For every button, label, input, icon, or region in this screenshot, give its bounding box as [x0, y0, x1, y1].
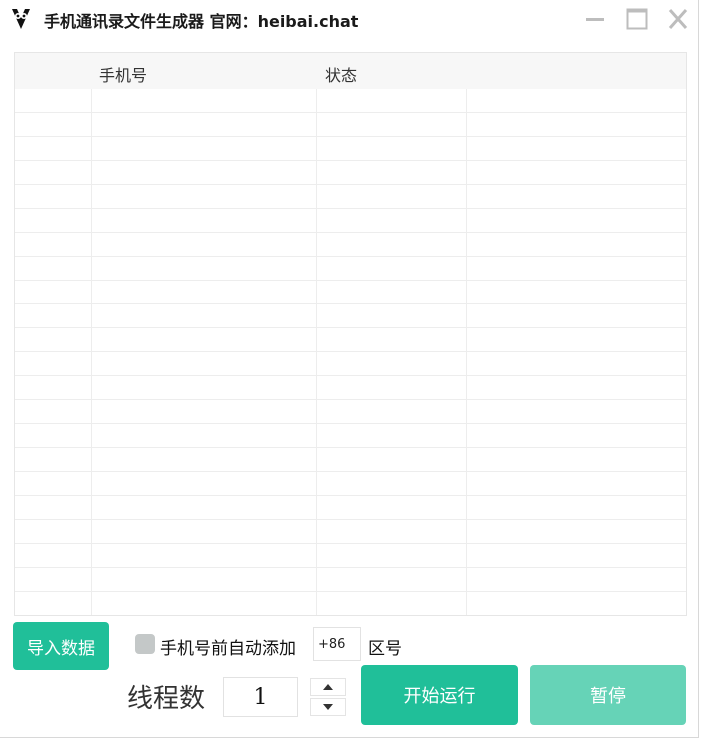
maximize-icon[interactable]: [623, 6, 651, 32]
close-icon[interactable]: [664, 6, 692, 32]
column-divider: [466, 89, 467, 615]
area-code-label: 区号: [368, 639, 402, 659]
phone-table[interactable]: 手机号 状态: [14, 52, 687, 616]
app-logo-icon: [12, 9, 30, 29]
app-window: 手机通讯录文件生成器 官网：heibai.chat 手机号 状态 导入数据 手机…: [0, 0, 699, 738]
title-bar[interactable]: 手机通讯录文件生成器 官网：heibai.chat: [0, 0, 698, 38]
table-row[interactable]: [15, 472, 686, 496]
table-row[interactable]: [15, 352, 686, 377]
minimize-icon[interactable]: [581, 6, 609, 32]
window-title: 手机通讯录文件生成器 官网：heibai.chat: [44, 12, 359, 31]
table-row[interactable]: [15, 137, 686, 161]
column-divider: [316, 89, 317, 615]
caret-up-icon: [323, 684, 333, 690]
table-body[interactable]: [15, 89, 686, 615]
table-row[interactable]: [15, 496, 686, 520]
pause-button[interactable]: 暂停: [530, 665, 686, 725]
auto-prefix-label: 手机号前自动添加: [160, 639, 296, 659]
table-row[interactable]: [15, 89, 686, 113]
column-divider: [91, 89, 92, 615]
table-row[interactable]: [15, 304, 686, 329]
table-row[interactable]: [15, 233, 686, 257]
table-row[interactable]: [15, 568, 686, 592]
thread-count-input[interactable]: [223, 677, 298, 717]
auto-prefix-checkbox[interactable]: [135, 634, 155, 654]
column-header-status[interactable]: 状态: [325, 62, 357, 86]
table-row[interactable]: [15, 113, 686, 137]
start-run-button[interactable]: 开始运行: [361, 665, 518, 725]
table-row[interactable]: [15, 400, 686, 425]
table-row[interactable]: [15, 281, 686, 305]
thread-count-label: 线程数: [127, 684, 206, 714]
import-data-button[interactable]: 导入数据: [13, 622, 109, 670]
table-row[interactable]: [15, 161, 686, 185]
table-row[interactable]: [15, 328, 686, 353]
table-row[interactable]: [15, 376, 686, 401]
table-row[interactable]: [15, 424, 686, 449]
table-row[interactable]: [15, 520, 686, 544]
area-code-input[interactable]: [313, 627, 361, 661]
thread-decrement-button[interactable]: [310, 698, 346, 716]
table-row[interactable]: [15, 257, 686, 281]
table-header: 手机号 状态: [15, 53, 686, 89]
caret-down-icon: [323, 704, 333, 710]
table-row[interactable]: [15, 209, 686, 233]
column-header-phone[interactable]: 手机号: [99, 62, 147, 86]
thread-increment-button[interactable]: [310, 678, 346, 696]
table-row[interactable]: [15, 592, 686, 615]
table-row[interactable]: [15, 544, 686, 568]
table-row[interactable]: [15, 185, 686, 209]
table-row[interactable]: [15, 448, 686, 472]
